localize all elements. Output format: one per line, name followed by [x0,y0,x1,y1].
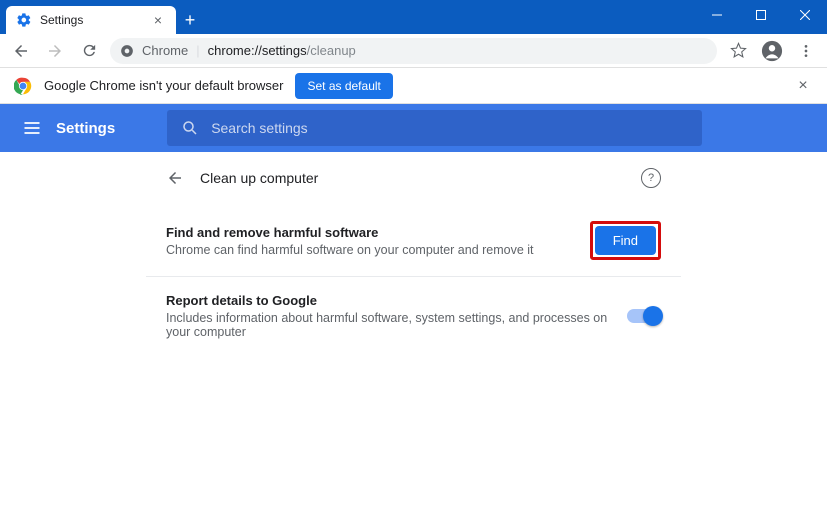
profile-avatar-icon[interactable] [759,38,785,64]
window-minimize-button[interactable] [695,0,739,30]
nav-forward-button[interactable] [42,38,68,64]
settings-header: Settings Search settings [0,104,827,152]
find-button[interactable]: Find [595,226,656,255]
window-titlebar: Settings × + [0,0,827,34]
hamburger-menu-icon[interactable] [16,118,48,138]
right-gutter [681,152,827,521]
settings-card: Clean up computer ? Find and remove harm… [146,152,681,521]
window-maximize-button[interactable] [739,0,783,30]
chrome-logo-icon [14,77,32,95]
browser-tab[interactable]: Settings × [6,6,176,34]
infobar-close-icon[interactable]: × [793,77,813,95]
chrome-scheme-icon [120,44,134,58]
toggle-knob [643,306,663,326]
search-placeholder: Search settings [211,120,308,136]
section-title: Clean up computer [200,170,318,186]
tab-close-icon[interactable]: × [150,12,166,28]
report-row-desc: Includes information about harmful softw… [166,311,617,339]
settings-brand: Settings [56,120,115,137]
window-close-button[interactable] [783,0,827,30]
default-browser-infobar: Google Chrome isn't your default browser… [0,68,827,104]
row-report-details: Report details to Google Includes inform… [146,277,681,355]
find-row-desc: Chrome can find harmful software on your… [166,243,590,257]
report-toggle[interactable] [627,309,661,323]
find-row-title: Find and remove harmful software [166,225,590,240]
browser-toolbar: Chrome | chrome://settings/cleanup [0,34,827,68]
row-find-harmful: Find and remove harmful software Chrome … [146,205,681,277]
omnibox[interactable]: Chrome | chrome://settings/cleanup [110,38,717,64]
report-row-title: Report details to Google [166,293,617,308]
tab-title: Settings [40,13,142,27]
search-icon [181,119,199,137]
find-button-highlight: Find [590,221,661,260]
settings-gear-icon [16,12,32,28]
help-icon[interactable]: ? [641,168,661,188]
browser-menu-icon[interactable] [793,38,819,64]
omnibox-separator: | [196,43,199,58]
bookmark-star-icon[interactable] [725,38,751,64]
new-tab-button[interactable]: + [176,6,204,34]
set-default-button[interactable]: Set as default [295,73,392,99]
omnibox-url: chrome://settings/cleanup [208,43,356,58]
left-gutter [0,152,146,521]
search-settings-input[interactable]: Search settings [167,110,702,146]
back-arrow-icon[interactable] [166,169,186,187]
nav-reload-button[interactable] [76,38,102,64]
infobar-text: Google Chrome isn't your default browser [44,78,283,93]
omnibox-scheme-label: Chrome [142,43,188,58]
nav-back-button[interactable] [8,38,34,64]
